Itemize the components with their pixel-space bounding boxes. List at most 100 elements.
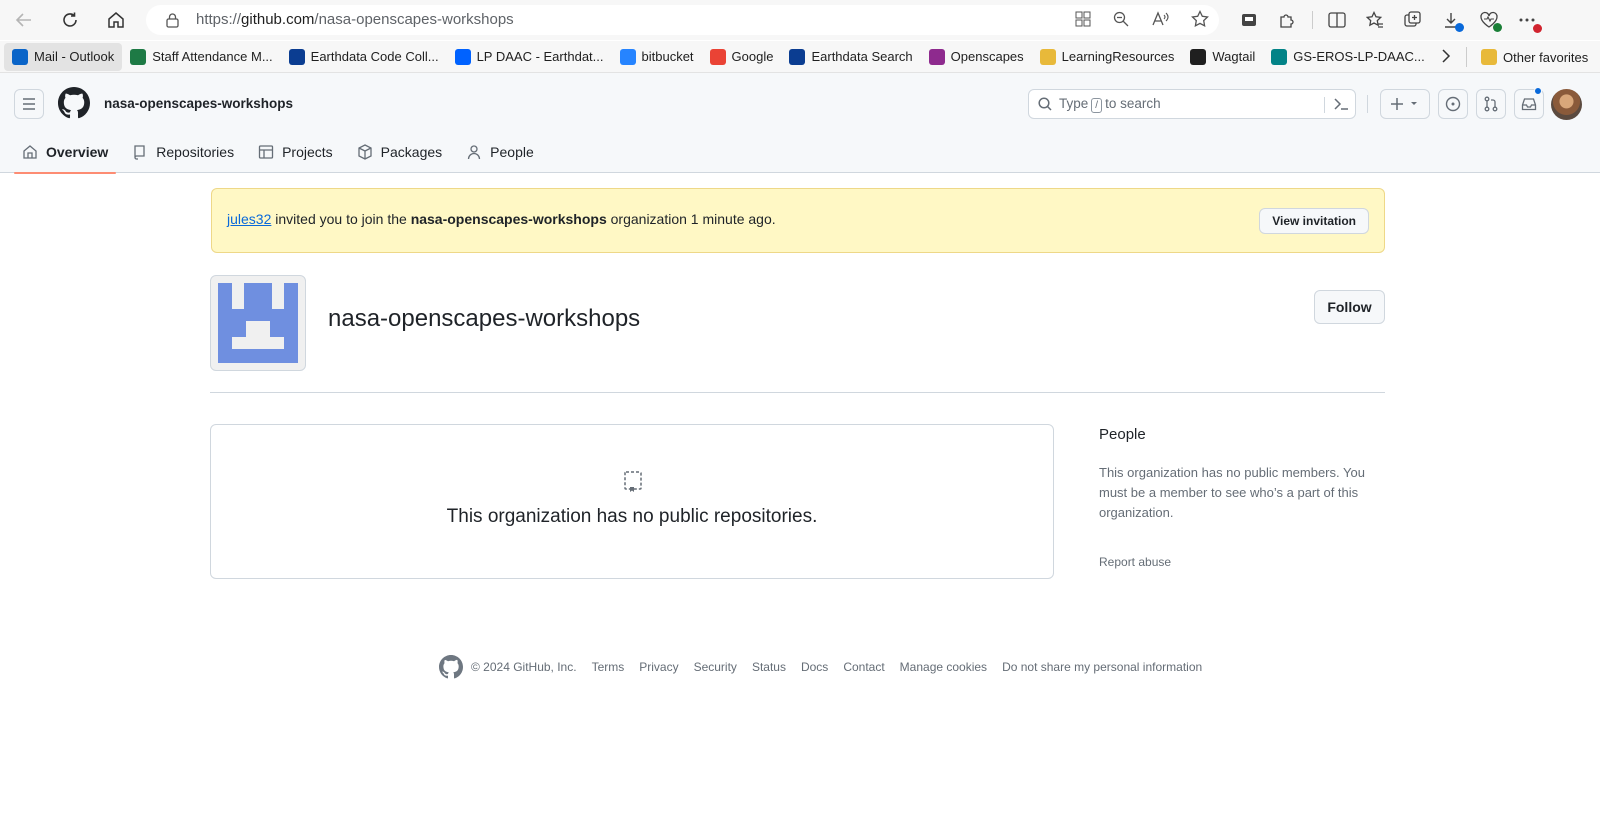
github-logo-icon[interactable] (58, 87, 90, 119)
inviter-link[interactable]: jules32 (227, 211, 271, 227)
footer-link[interactable]: Status (752, 660, 786, 674)
command-palette-icon[interactable] (1333, 97, 1349, 111)
identicon-icon (218, 283, 298, 363)
bookmark-item[interactable]: Earthdata Search (781, 43, 920, 71)
footer-link[interactable]: Privacy (639, 660, 678, 674)
home-icon (22, 144, 38, 160)
repositories-blankslate: This organization has no public reposito… (210, 424, 1054, 579)
bookmark-item[interactable]: Staff Attendance M... (122, 43, 280, 71)
bookmark-item[interactable]: Earthdata Code Coll... (281, 43, 447, 71)
bookmark-label: Mail - Outlook (34, 49, 115, 64)
bookmark-label: Google (731, 49, 774, 64)
bookmark-item[interactable]: Google (702, 43, 782, 71)
invitation-text: jules32 invited you to join the nasa-ope… (227, 211, 776, 227)
collections-icon[interactable] (1394, 5, 1432, 35)
tab-label: People (490, 144, 534, 160)
zoom-out-icon[interactable] (1113, 11, 1129, 27)
favorite-star-icon[interactable] (1191, 10, 1209, 28)
bookmark-label: LP DAAC - Earthdat... (476, 49, 604, 64)
github-footer-logo-icon[interactable] (439, 655, 463, 679)
bookmark-favicon-icon (1271, 48, 1288, 65)
view-invitation-button[interactable]: View invitation (1259, 208, 1369, 234)
footer-link[interactable]: Docs (801, 660, 828, 674)
bookmark-label: GS-EROS-LP-DAAC... (1293, 49, 1425, 64)
copilot-extension-icon[interactable] (1230, 5, 1268, 35)
footer-link[interactable]: Terms (592, 660, 625, 674)
search-placeholder: Type / to search (1059, 96, 1161, 113)
issues-icon[interactable] (1438, 89, 1468, 119)
org-name: nasa-openscapes-workshops (328, 305, 641, 332)
bookmarks-overflow-icon[interactable] (1441, 49, 1451, 63)
split-screen-icon[interactable] (1318, 5, 1356, 35)
copyright: © 2024 GitHub, Inc. (471, 660, 577, 674)
refresh-icon[interactable] (52, 4, 88, 36)
person-icon (466, 144, 482, 160)
tab-repositories[interactable]: Repositories (124, 131, 242, 173)
bookmark-favicon-icon (12, 48, 28, 65)
footer-link[interactable]: Security (694, 660, 737, 674)
footer-link[interactable]: Manage cookies (900, 660, 987, 674)
bookmark-favicon-icon (288, 48, 305, 65)
read-aloud-icon[interactable] (1151, 11, 1169, 27)
header-divider (210, 392, 1385, 393)
bookmark-item[interactable]: Mail - Outlook (4, 42, 123, 71)
search-divider (1324, 97, 1325, 113)
repo-template-icon (623, 470, 643, 494)
tab-overview[interactable]: Overview (14, 131, 117, 174)
downloads-icon[interactable] (1432, 5, 1470, 35)
bookmark-item[interactable]: LearningResources (1032, 43, 1183, 71)
bookmarks-bar: Mail - Outlook Staff Attendance M... Earth… (0, 41, 1600, 73)
user-avatar[interactable] (1551, 89, 1582, 120)
page-footer: © 2024 GitHub, Inc. Terms Privacy Security… (439, 655, 1202, 679)
bookmark-label: Earthdata Code Coll... (310, 49, 439, 64)
bookmark-favicon-icon (619, 48, 636, 65)
bookmarks-separator (1466, 47, 1467, 67)
report-abuse-link[interactable]: Report abuse (1099, 555, 1171, 569)
tab-people[interactable]: People (458, 131, 542, 173)
tab-projects[interactable]: Projects (250, 131, 341, 173)
bookmark-item[interactable]: bitbucket (612, 43, 702, 71)
footer-link[interactable]: Contact (843, 660, 884, 674)
bookmark-item[interactable]: Openscapes (921, 43, 1032, 71)
footer-link[interactable]: Do not share my personal information (1002, 660, 1202, 674)
search-icon (1038, 97, 1052, 111)
more-menu-badge (1533, 24, 1542, 33)
extension-icons (1230, 5, 1546, 35)
bookmark-item[interactable]: GS-EROS-LP-DAAC... (1263, 43, 1432, 71)
address-bar[interactable]: https://github.com/nasa-openscapes-works… (146, 5, 1219, 35)
bookmark-item[interactable]: Wagtail (1182, 43, 1263, 71)
bookmark-favicon-icon (1190, 48, 1207, 65)
back-icon[interactable] (6, 4, 42, 36)
create-new-button[interactable] (1380, 89, 1430, 119)
tab-packages[interactable]: Packages (349, 131, 450, 173)
bookmark-label: Earthdata Search (811, 49, 913, 64)
more-menu-icon[interactable] (1508, 5, 1546, 35)
bookmark-label: Openscapes (950, 49, 1024, 64)
bookmark-label: bitbucket (641, 49, 694, 64)
favorites-icon[interactable] (1356, 5, 1394, 35)
menu-icon[interactable] (14, 89, 44, 119)
home-browser-icon[interactable] (98, 4, 134, 36)
bookmark-label: Wagtail (1212, 49, 1256, 64)
apps-icon[interactable] (1075, 11, 1091, 27)
folder-icon (1481, 49, 1497, 65)
package-icon (357, 144, 373, 160)
toolbar-separator (1306, 5, 1318, 35)
bookmark-label: LearningResources (1061, 49, 1175, 64)
extensions-icon[interactable] (1268, 5, 1306, 35)
other-favorites[interactable]: Other favorites (1473, 43, 1596, 71)
tab-label: Repositories (156, 144, 235, 160)
browser-essentials-icon[interactable] (1470, 5, 1508, 35)
tab-label: Projects (282, 144, 333, 160)
lock-icon (166, 13, 179, 28)
bookmark-item[interactable]: LP DAAC - Earthdat... (447, 43, 612, 71)
repo-icon (132, 144, 148, 160)
org-breadcrumb[interactable]: nasa-openscapes-workshops (104, 96, 293, 111)
notification-dot (1534, 87, 1542, 95)
pull-requests-icon[interactable] (1476, 89, 1506, 119)
url-text: https://github.com/nasa-openscapes-works… (196, 11, 514, 28)
org-nav-tabs: Overview Repositories Projects Packages Peop… (14, 131, 550, 174)
follow-button[interactable]: Follow (1314, 290, 1385, 324)
search-input[interactable]: Type / to search (1028, 89, 1356, 119)
bookmark-favicon-icon (789, 48, 806, 65)
